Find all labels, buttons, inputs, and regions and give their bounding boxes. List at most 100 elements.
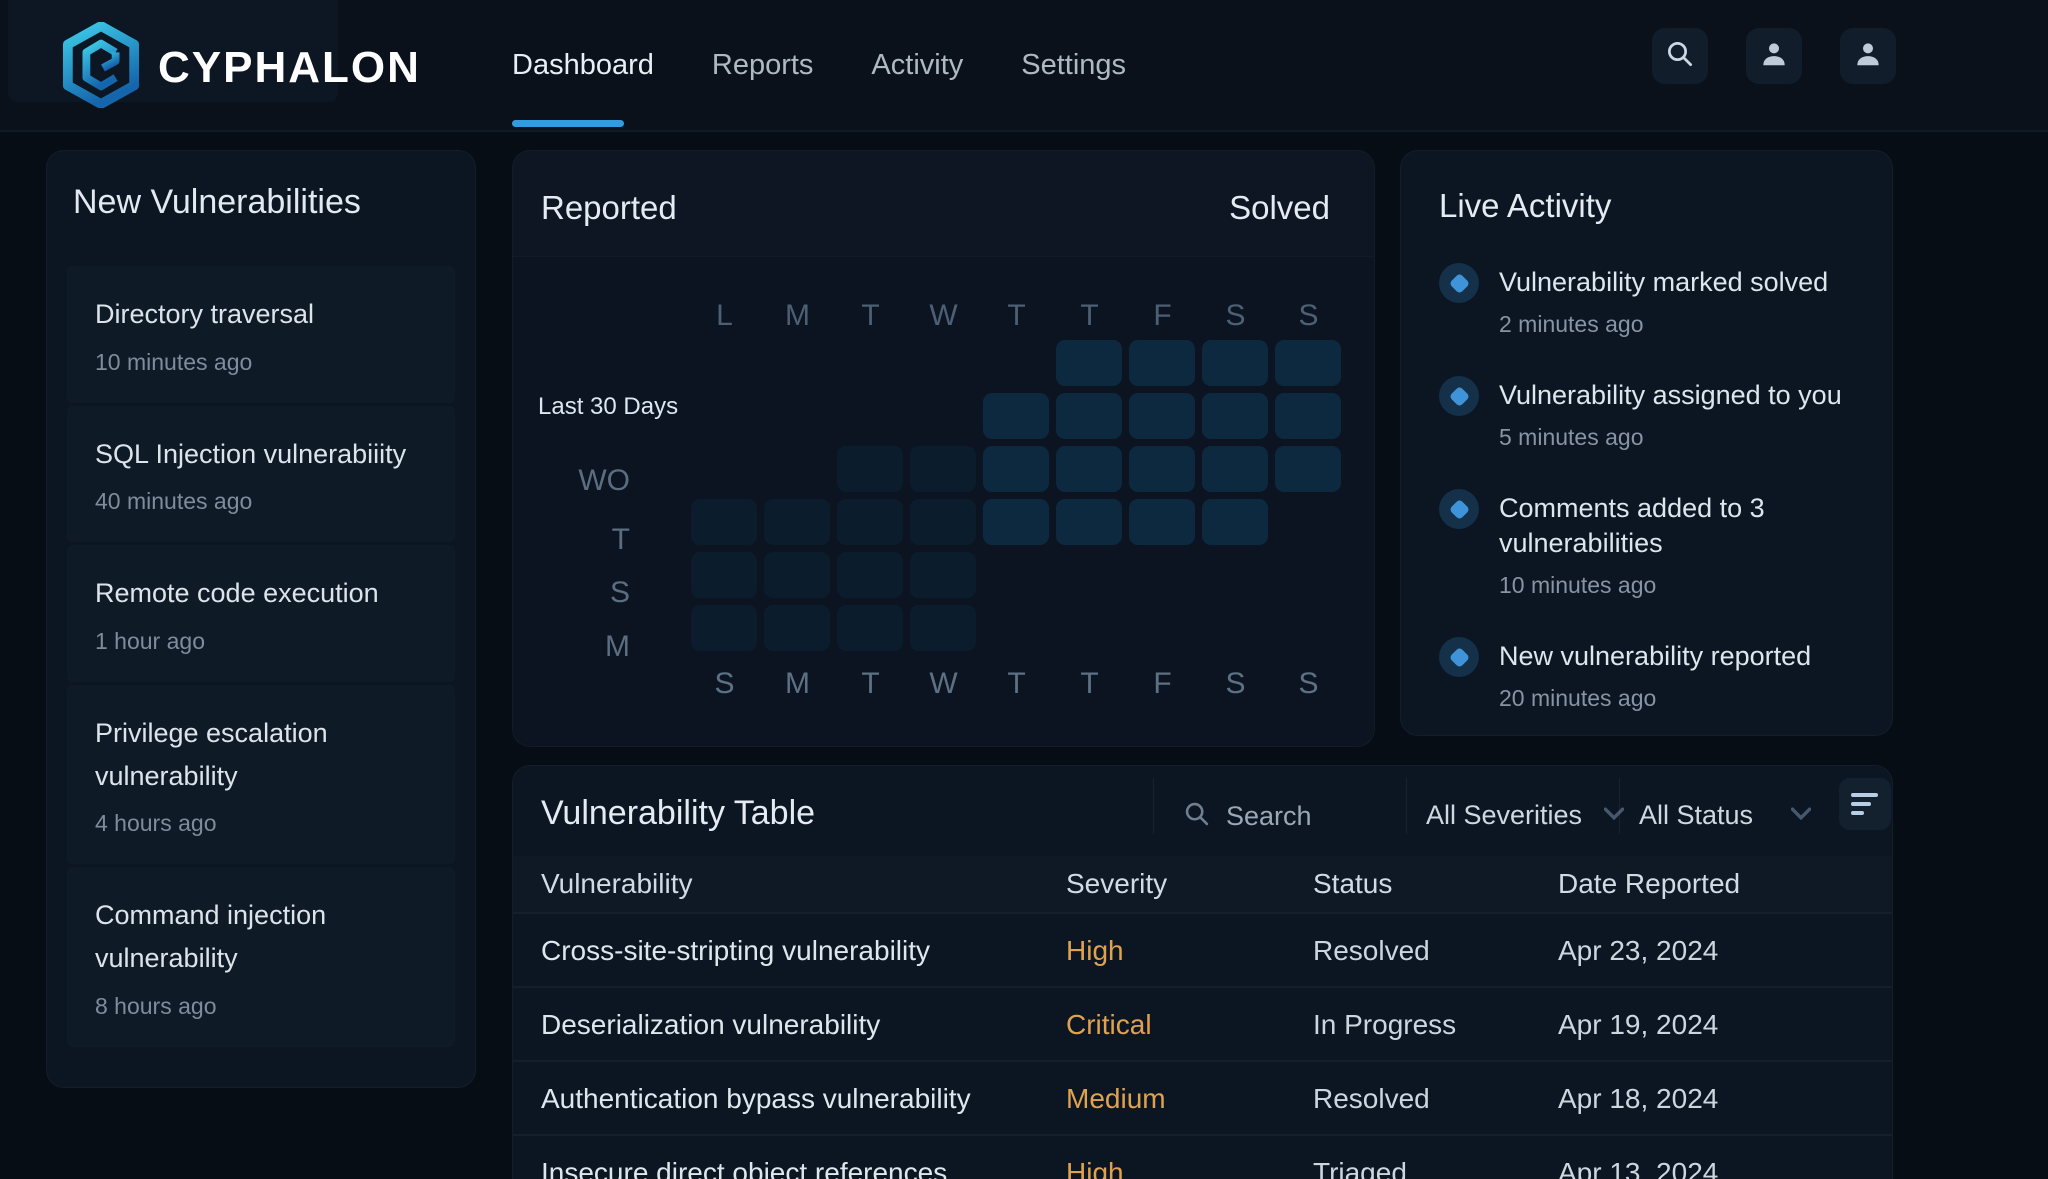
activity-text: Vulnerability marked solved <box>1499 265 1864 300</box>
tab-reports[interactable]: Reports <box>712 49 814 82</box>
cell-severity: Medium <box>1066 1083 1166 1114</box>
user-button-2[interactable] <box>1840 28 1896 84</box>
heatmap-cell <box>837 605 903 651</box>
cell-status: Resolved <box>1313 935 1430 966</box>
heatmap-cell <box>837 446 903 492</box>
activity-item: Vulnerability assigned to you5 minutes a… <box>1439 378 1892 451</box>
vulnerability-name: Remote code execution <box>95 572 427 615</box>
axis-tick-label: L <box>688 299 761 333</box>
heatmap-cell <box>837 499 903 545</box>
table-row[interactable]: Authentication bypass vulnerability Mediu… <box>513 1060 1892 1136</box>
chevron-down-icon <box>1604 807 1624 825</box>
diamond-dot-icon <box>1439 637 1479 677</box>
heatmap-cell <box>983 499 1049 545</box>
heatmap-top-axis: LMTWTTFSS <box>688 299 1345 333</box>
activity-text: New vulnerability reported <box>1499 639 1864 674</box>
cell-severity: High <box>1066 935 1124 966</box>
column-header: Status <box>1313 868 1392 899</box>
vulnerability-list-item[interactable]: Command injection vulnerability8 hours a… <box>67 867 455 1046</box>
axis-row-label: WO <box>578 464 630 498</box>
search-button[interactable] <box>1652 28 1708 84</box>
column-header: Vulnerability <box>541 868 692 899</box>
vulnerability-name: SQL Injection vulnerabiiity <box>95 433 427 476</box>
header-separator <box>1153 778 1154 834</box>
axis-tick-label: T <box>1053 667 1126 701</box>
tab-dashboard[interactable]: Dashboard <box>512 49 654 82</box>
panel-title: Live Activity <box>1439 187 1892 225</box>
severity-filter-value: All Severities <box>1426 800 1582 831</box>
cell-vulnerability: Authentication bypass vulnerability <box>541 1083 971 1114</box>
heatmap-cell <box>764 605 830 651</box>
activity-text: Comments added to 3 vulnerabilities <box>1499 491 1864 561</box>
vulnerability-name: Command injection vulnerability <box>95 894 427 979</box>
axis-row-label: T <box>612 523 630 557</box>
vulnerability-list-item[interactable]: SQL Injection vulnerabiiity40 minutes ag… <box>67 406 455 543</box>
activity-heatmap <box>688 337 1345 655</box>
heatmap-cell <box>1202 340 1268 386</box>
cell-severity: High <box>1066 1157 1124 1179</box>
cell-date: Apr 23, 2024 <box>1558 935 1718 966</box>
search-icon <box>1183 800 1211 833</box>
column-header: Date Reported <box>1558 868 1740 899</box>
table-row[interactable]: Insecure direct object referencesHighTri… <box>513 1134 1892 1179</box>
activity-item: Comments added to 3 vulnerabilities10 mi… <box>1439 491 1892 599</box>
vulnerability-list-item[interactable]: Remote code execution1 hour ago <box>67 545 455 682</box>
heatmap-cell <box>1056 340 1122 386</box>
heatmap-cell <box>1202 446 1268 492</box>
search-placeholder: Search <box>1226 801 1312 832</box>
vulnerability-time: 4 hours ago <box>95 810 427 837</box>
table-row[interactable]: Deserialization vulnerabilityCriticalIn … <box>513 986 1892 1062</box>
tab-activity[interactable]: Activity <box>871 49 963 82</box>
live-activity-panel: Live Activity Vulnerability marked solve… <box>1400 150 1893 736</box>
cell-status: In Progress <box>1313 1009 1456 1040</box>
axis-tick-label: S <box>688 667 761 701</box>
sort-filter-button[interactable] <box>1839 778 1891 830</box>
nav-tabs: Dashboard Reports Activity Settings <box>512 0 1126 130</box>
top-nav: CYPHALON Dashboard Reports Activity Setting… <box>0 0 2048 131</box>
status-filter-dropdown[interactable]: All Status <box>1639 800 1811 831</box>
table-search-input[interactable]: Search <box>1183 800 1312 833</box>
table-row[interactable]: Cross-site-stripting vulnerability High Re… <box>513 912 1892 988</box>
cell-severity: Critical <box>1066 1009 1152 1040</box>
heatmap-cell <box>691 552 757 598</box>
dashboard-page: CYPHALON Dashboard Reports Activity Setting… <box>0 0 2048 1179</box>
tab-settings[interactable]: Settings <box>1021 49 1126 82</box>
header-separator <box>1406 778 1407 834</box>
search-icon <box>1665 39 1695 74</box>
vulnerability-list-item[interactable]: Directory traversal10 minutes ago <box>67 266 455 403</box>
user-button-1[interactable] <box>1746 28 1802 84</box>
axis-tick-label: F <box>1126 299 1199 333</box>
active-tab-underline <box>512 120 624 127</box>
brand[interactable]: CYPHALON <box>62 22 421 113</box>
brand-wordmark: CYPHALON <box>158 43 421 93</box>
vulnerability-list: Directory traversal10 minutes agoSQL Inj… <box>67 266 455 1047</box>
reported-solved-chart-card: Reported Solved Last 30 Days LMTWTTFSS W… <box>512 150 1375 747</box>
axis-tick-label: W <box>907 299 980 333</box>
activity-text: Vulnerability assigned to you <box>1499 378 1864 413</box>
heatmap-cell <box>837 552 903 598</box>
table-header-row: Vulnerability Severity Status Date Reported <box>513 856 1892 912</box>
axis-tick-label: S <box>1272 667 1345 701</box>
diamond-dot-icon <box>1439 376 1479 416</box>
heatmap-cell <box>1202 393 1268 439</box>
panel-title: New Vulnerabilities <box>73 183 475 222</box>
heatmap-cell <box>691 605 757 651</box>
heatmap-cell <box>764 552 830 598</box>
cell-date: Apr 19, 2024 <box>1558 1009 1718 1040</box>
cell-vulnerability: Cross-site-stripting vulnerability <box>541 935 930 966</box>
header-separator <box>1619 778 1620 834</box>
tab-solved[interactable]: Solved <box>1229 189 1330 227</box>
chevron-down-icon <box>1791 807 1811 825</box>
severity-filter-dropdown[interactable]: All Severities <box>1426 800 1624 831</box>
user-icon <box>1853 39 1883 74</box>
vulnerability-list-item[interactable]: Privilege escalation vulnerability4 hour… <box>67 685 455 864</box>
new-vulnerabilities-panel: New Vulnerabilities Directory traversal1… <box>46 150 476 1088</box>
diamond-dot-icon <box>1439 263 1479 303</box>
axis-tick-label: S <box>1199 299 1272 333</box>
heatmap-cell <box>764 499 830 545</box>
column-header: Severity <box>1066 868 1167 899</box>
heatmap-cell <box>910 552 976 598</box>
sort-lines-icon <box>1851 793 1878 797</box>
activity-time: 20 minutes ago <box>1499 685 1864 712</box>
axis-tick-label: T <box>1053 299 1126 333</box>
